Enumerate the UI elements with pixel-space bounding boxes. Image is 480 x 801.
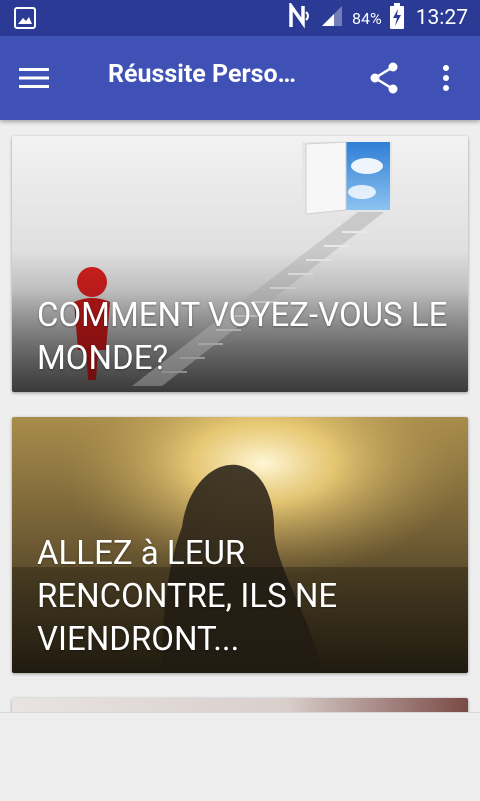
- signal-icon: [320, 4, 344, 32]
- app-bar: Réussite Perso…: [0, 36, 480, 120]
- article-list: COMMENT VOYEZ-VOUS LE MONDE? ALLEZ à LEU…: [0, 120, 480, 712]
- article-card[interactable]: COMMENT VOYEZ-VOUS LE MONDE?: [12, 136, 468, 392]
- hamburger-menu-icon[interactable]: [14, 58, 54, 98]
- page-title: Réussite Perso…: [108, 60, 297, 89]
- nfc-icon: [288, 0, 312, 33]
- status-bar: 84% 13:27: [0, 0, 480, 36]
- bottom-area: [0, 712, 480, 801]
- clock: 13:27: [415, 6, 468, 30]
- gallery-icon: [14, 7, 36, 29]
- article-title: ALLEZ à LEUR RENCONTRE, ILS NE VIENDRONT…: [37, 534, 338, 659]
- share-icon[interactable]: [364, 58, 404, 98]
- battery-charging-icon: [389, 3, 404, 33]
- article-card[interactable]: ALLEZ à LEUR RENCONTRE, ILS NE VIENDRONT…: [12, 417, 468, 673]
- article-card[interactable]: [12, 698, 468, 712]
- more-vert-icon[interactable]: [428, 58, 464, 98]
- battery-percent: 84%: [352, 8, 382, 28]
- article-title: COMMENT VOYEZ-VOUS LE MONDE?: [37, 296, 448, 378]
- article-image-partial: [12, 698, 468, 712]
